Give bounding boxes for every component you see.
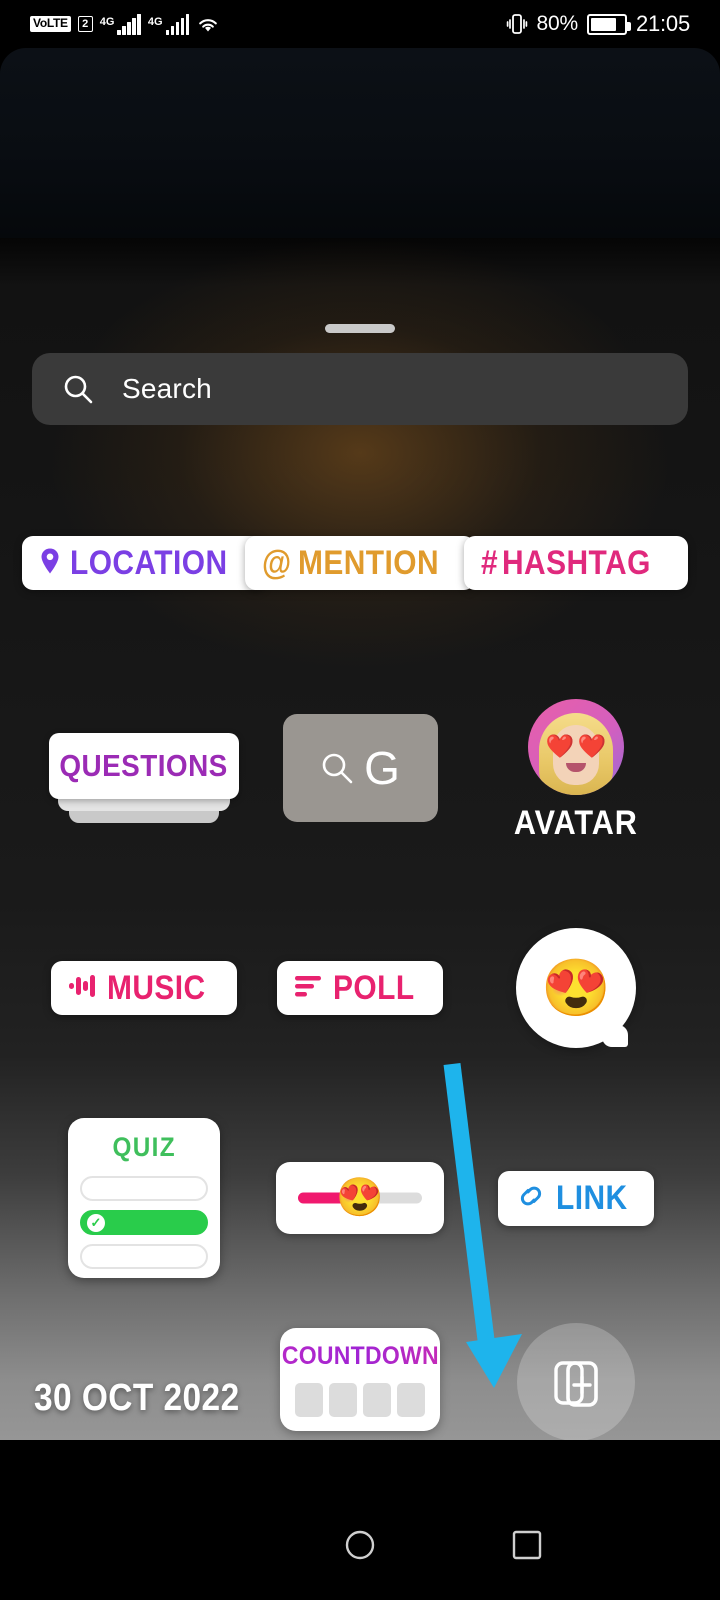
sticker-label: MUSIC [107,969,207,1007]
search-icon [320,751,354,785]
heart-eyes-emoji-icon: 😍 [541,956,611,1019]
sticker-label: COUNTDOWN [281,1342,439,1370]
sim-number-badge: 2 [77,16,93,32]
sticker-label: LINK [555,1179,628,1217]
phone-screen: VoLTE 2 4G 4G 80% 21:05 Search LOCATION … [0,0,720,1600]
signal-indicator-2: 4G [147,13,190,35]
signal-indicator-1: 4G [99,13,141,35]
back-triangle-icon[interactable] [170,1522,216,1568]
android-nav-bar [0,1490,720,1600]
waveform-icon [68,972,98,1005]
sticker-emoji-slider[interactable]: 😍 [252,1148,468,1248]
status-bar-right: 80% 21:05 [506,11,690,37]
poll-bars-icon [294,973,324,1004]
sticker-label: QUIZ [112,1132,176,1162]
status-bar-clock: 21:05 [635,11,690,36]
sticker-label: 30 OCT 2022 [34,1376,240,1419]
recents-square-icon[interactable] [504,1522,550,1568]
add-cards-icon [517,1323,635,1440]
sticker-add-yours[interactable] [468,1323,684,1440]
at-sign-icon: @ [262,544,292,582]
avatar-heart-eyes-icon: ❤️ ❤️ [545,733,607,759]
story-canvas-backdrop[interactable] [0,48,720,238]
search-input[interactable]: Search [32,353,688,425]
network-gen-label-2: 4G [147,15,163,28]
sticker-poll[interactable]: POLL [252,938,468,1038]
home-circle-icon[interactable] [337,1522,383,1568]
sticker-label: POLL [333,969,415,1007]
sticker-questions[interactable]: QUESTIONS [36,703,252,833]
sticker-music[interactable]: MUSIC [36,938,252,1038]
sticker-gif-search[interactable]: G [252,703,468,833]
sticker-label: HASHTAG [502,544,651,582]
check-icon: ✓ [87,1213,105,1232]
hash-icon: # [480,544,498,582]
avatar: ❤️ ❤️ [528,699,624,795]
sticker-link[interactable]: LINK [468,1148,684,1248]
gif-search-text: G [364,742,400,794]
signal-bars-2 [165,13,190,35]
signal-bars-1 [117,13,141,35]
volte-badge: VoLTE [30,16,71,32]
countdown-digit-boxes [295,1383,425,1417]
sticker-label: QUESTIONS [59,748,229,783]
sticker-location[interactable]: LOCATION [22,518,267,608]
sticker-tray-sheet: Search LOCATION @ MENTION # HASHTAG QUES… [0,238,720,1440]
search-icon [62,373,94,405]
quiz-option-1 [80,1176,208,1201]
location-pin-icon [39,547,61,580]
status-bar: VoLTE 2 4G 4G 80% 21:05 [0,0,720,48]
sticker-quiz[interactable]: QUIZ ✓ [36,1108,252,1288]
quiz-option-3 [80,1244,208,1269]
sticker-mention[interactable]: @ MENTION [245,518,475,608]
sticker-avatar[interactable]: ❤️ ❤️ AVATAR [468,686,684,856]
status-bar-left: VoLTE 2 4G 4G [30,13,220,35]
sticker-hashtag[interactable]: # HASHTAG [463,518,689,608]
battery-icon [586,13,631,35]
network-gen-label-1: 4G [99,15,115,28]
questions-stack-front: QUESTIONS [49,733,239,799]
sticker-label: MENTION [297,544,439,582]
search-placeholder: Search [122,373,212,404]
quiz-option-2-correct: ✓ [80,1210,208,1235]
wifi-icon [196,14,220,34]
sticker-label: LOCATION [70,544,228,582]
sheet-drag-handle[interactable] [325,324,395,333]
sticker-countdown[interactable]: COUNTDOWN [252,1328,468,1440]
vibrate-icon [506,12,528,36]
link-chain-icon [515,1181,547,1216]
slider-emoji-icon: 😍 [336,1177,384,1219]
sticker-emoji-reaction[interactable]: 😍 [468,923,684,1053]
battery-percent: 80% [536,12,579,35]
sticker-label: AVATAR [514,804,638,842]
emoji-reaction-bubble: 😍 [516,928,636,1048]
sticker-date[interactable]: 30 OCT 2022 [20,1353,270,1440]
